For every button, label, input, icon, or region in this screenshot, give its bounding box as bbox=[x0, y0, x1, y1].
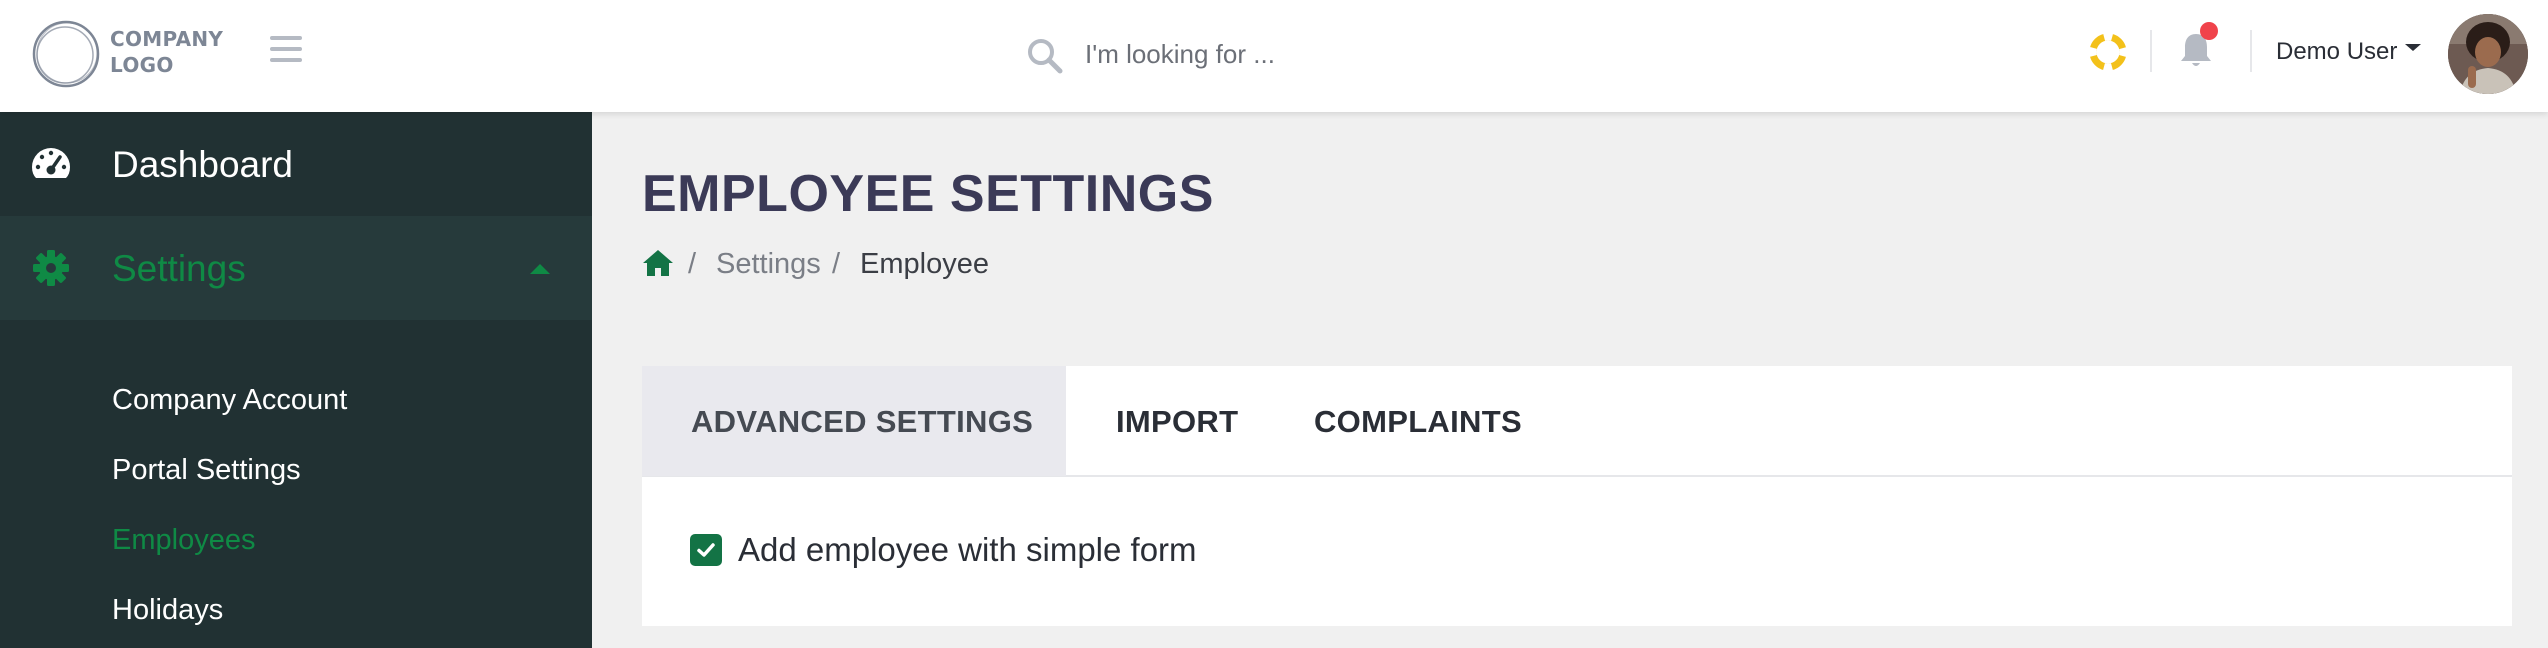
gear-icon bbox=[33, 250, 69, 286]
chevron-up-icon[interactable] bbox=[530, 264, 550, 274]
search-input[interactable] bbox=[1085, 34, 1525, 74]
header-divider bbox=[2150, 30, 2152, 72]
dashboard-gauge-icon bbox=[32, 148, 70, 178]
page-title: EMPLOYEE SETTINGS bbox=[642, 165, 1214, 223]
settings-card: ADVANCED SETTINGS IMPORT COMPLAINTS Add … bbox=[642, 366, 2512, 626]
tab-advanced-settings[interactable]: ADVANCED SETTINGS bbox=[642, 366, 1066, 476]
sidebar-item-dashboard[interactable]: Dashboard bbox=[0, 112, 592, 216]
sidebar-subitem-holidays[interactable]: Holidays bbox=[112, 594, 223, 627]
logo-line-2: LOGO bbox=[110, 53, 174, 77]
breadcrumb-current: Employee bbox=[860, 248, 989, 280]
sidebar-item-label: Settings bbox=[112, 248, 246, 289]
home-icon[interactable] bbox=[642, 248, 674, 278]
tab-complaints[interactable]: COMPLAINTS bbox=[1264, 366, 1564, 476]
search-icon[interactable] bbox=[1025, 36, 1065, 76]
notification-badge bbox=[2200, 22, 2218, 40]
tab-label: IMPORT bbox=[1116, 404, 1239, 439]
sidebar-subitem-portal-settings[interactable]: Portal Settings bbox=[112, 454, 301, 487]
logo-text: COMPANY LOGO bbox=[110, 26, 223, 78]
tab-import[interactable]: IMPORT bbox=[1066, 366, 1264, 476]
top-navbar: COMPANY LOGO Demo User bbox=[0, 0, 2548, 112]
breadcrumb-link-settings[interactable]: Settings bbox=[716, 248, 821, 281]
breadcrumb-separator: / bbox=[832, 248, 841, 280]
user-menu-name[interactable]: Demo User bbox=[2276, 38, 2397, 66]
avatar[interactable] bbox=[2448, 14, 2528, 94]
checkmark-icon bbox=[697, 543, 715, 557]
sidebar-subitem-company-account[interactable]: Company Account bbox=[112, 384, 347, 417]
breadcrumb-separator: / bbox=[688, 248, 697, 280]
tab-bar: ADVANCED SETTINGS IMPORT COMPLAINTS bbox=[642, 366, 2512, 477]
tab-label: ADVANCED SETTINGS bbox=[691, 404, 1034, 439]
search-bar bbox=[1025, 28, 1545, 80]
sidebar-item-label: Dashboard bbox=[112, 144, 294, 185]
simple-form-checkbox[interactable] bbox=[690, 534, 722, 566]
logo-line-1: COMPANY bbox=[110, 27, 224, 51]
sidebar: Dashboard Settings Company Account Porta… bbox=[0, 112, 592, 648]
caret-down-icon[interactable] bbox=[2405, 44, 2421, 51]
company-logo[interactable]: COMPANY LOGO bbox=[30, 18, 223, 94]
simple-form-label[interactable]: Add employee with simple form bbox=[738, 531, 1197, 569]
lifebuoy-help-icon[interactable] bbox=[2090, 34, 2126, 70]
sidebar-subitem-employees[interactable]: Employees bbox=[112, 524, 255, 557]
header-divider bbox=[2250, 30, 2252, 72]
sidebar-item-settings[interactable]: Settings bbox=[0, 216, 592, 320]
menu-toggle-icon[interactable] bbox=[270, 36, 302, 66]
tab-label: COMPLAINTS bbox=[1314, 404, 1522, 439]
logo-circle-icon bbox=[32, 20, 100, 88]
